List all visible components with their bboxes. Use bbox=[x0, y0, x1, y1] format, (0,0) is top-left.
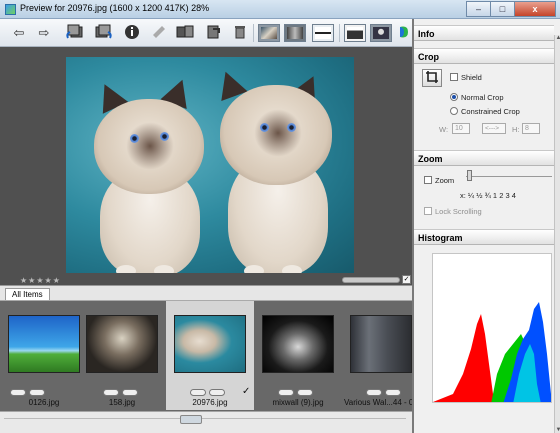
shield-label: Shield bbox=[461, 73, 482, 82]
thumbnail bbox=[174, 315, 246, 373]
zoom-slider-track bbox=[466, 176, 552, 177]
constrained-crop-label: Constrained Crop bbox=[461, 107, 520, 116]
width-label: W: bbox=[439, 125, 449, 134]
back-icon[interactable]: ⇦ bbox=[8, 23, 30, 43]
rating-control[interactable] bbox=[278, 389, 294, 396]
rating-control[interactable] bbox=[103, 389, 119, 396]
crop-tool-button[interactable] bbox=[422, 69, 442, 87]
tab-bar: All Items bbox=[0, 285, 412, 301]
file-name: 158.jpg bbox=[108, 398, 136, 407]
list-item-selected[interactable]: ✓ 20976.jpg bbox=[166, 301, 254, 410]
list-item[interactable]: mixwall (9).jpg bbox=[254, 301, 342, 410]
file-name: Various Wal...44 - 00 bbox=[344, 398, 412, 407]
zoom-slider[interactable] bbox=[467, 170, 472, 181]
width-field[interactable]: 10 bbox=[452, 123, 470, 134]
preview-scroll-thumb[interactable] bbox=[342, 277, 400, 283]
lock-scrolling-label: Lock Scrolling bbox=[435, 207, 482, 216]
normal-crop-radio[interactable] bbox=[450, 93, 458, 101]
forward-icon[interactable]: ⇨ bbox=[33, 23, 55, 43]
edit-icon[interactable] bbox=[148, 23, 170, 43]
compare-icon[interactable] bbox=[174, 23, 196, 43]
section-zoom[interactable]: Zoom bbox=[414, 150, 554, 166]
zoom-levels[interactable]: x: ¼ ½ ¾ 1 2 3 4 bbox=[460, 191, 516, 200]
scroll-down-icon[interactable]: ▼ bbox=[555, 427, 560, 433]
file-name: mixwall (9).jpg bbox=[272, 398, 324, 407]
thumbnail bbox=[350, 315, 412, 373]
section-histogram[interactable]: Histogram bbox=[414, 229, 554, 245]
thumbnail bbox=[86, 315, 158, 373]
normal-crop-label: Normal Crop bbox=[461, 93, 504, 102]
title-bar: Preview for 20976.jpg (1600 x 1200 417K)… bbox=[0, 0, 560, 19]
zoom-label: Zoom bbox=[435, 176, 455, 185]
constrained-crop-radio[interactable] bbox=[450, 107, 458, 115]
tag-control[interactable] bbox=[209, 389, 225, 396]
rating-stars[interactable]: ★★★★★ bbox=[20, 276, 61, 285]
side-panel: Info Crop Shield Normal Crop Constrained… bbox=[412, 19, 560, 433]
trash-icon[interactable] bbox=[229, 23, 251, 43]
section-info[interactable]: Info bbox=[414, 25, 554, 41]
window-title: Preview for 20976.jpg (1600 x 1200 417K)… bbox=[20, 3, 210, 13]
rotate-left-icon[interactable] bbox=[64, 23, 86, 43]
rating-control[interactable] bbox=[190, 389, 206, 396]
rotate-right-icon[interactable] bbox=[92, 23, 114, 43]
histogram-red bbox=[433, 314, 497, 402]
file-name: 0126.jpg bbox=[28, 398, 60, 407]
view-person-icon[interactable] bbox=[370, 24, 392, 42]
close-button[interactable]: x bbox=[514, 1, 556, 17]
list-item[interactable]: 0126.jpg bbox=[0, 301, 88, 410]
shield-checkbox[interactable] bbox=[450, 73, 458, 81]
height-field[interactable]: 8 bbox=[522, 123, 540, 134]
tab-all-items[interactable]: All Items bbox=[5, 288, 50, 300]
checked-icon[interactable]: ✓ bbox=[242, 386, 250, 397]
panel-scrollbar[interactable]: ▲ ▼ bbox=[554, 35, 560, 433]
list-item[interactable]: Various Wal...44 - 00 bbox=[342, 301, 412, 410]
thumbnail bbox=[262, 315, 334, 373]
filmstrip: 0126.jpg 158.jpg ✓ 20976.jpg mixwall (9)… bbox=[0, 301, 412, 411]
save-icon[interactable] bbox=[203, 23, 225, 43]
color-icon[interactable] bbox=[398, 23, 410, 43]
list-item[interactable]: 158.jpg bbox=[78, 301, 166, 410]
swap-button[interactable]: <---> bbox=[482, 123, 506, 134]
histogram bbox=[432, 253, 552, 403]
filmstrip-scrollbar[interactable] bbox=[0, 411, 412, 433]
window-controls: – □ x bbox=[466, 1, 556, 17]
tag-control[interactable] bbox=[385, 389, 401, 396]
minimize-button[interactable]: – bbox=[466, 1, 491, 17]
height-label: H: bbox=[512, 125, 520, 134]
scrollbar-thumb[interactable] bbox=[180, 415, 202, 424]
tag-control[interactable] bbox=[297, 389, 313, 396]
rating-control[interactable] bbox=[366, 389, 382, 396]
toolbar: ⇦ ⇨ bbox=[0, 19, 412, 47]
view-single-icon[interactable] bbox=[258, 24, 280, 42]
toolbar-separator bbox=[253, 24, 254, 42]
preview-checkbox[interactable]: ✓ bbox=[402, 275, 411, 284]
maximize-button[interactable]: □ bbox=[490, 1, 515, 17]
scroll-up-icon[interactable]: ▲ bbox=[555, 35, 560, 41]
preview-image bbox=[66, 57, 354, 273]
view-fullscreen-icon[interactable] bbox=[344, 24, 366, 42]
toolbar-separator bbox=[339, 24, 340, 42]
rating-control[interactable] bbox=[10, 389, 26, 396]
preview-area[interactable]: ★★★★★ ✓ bbox=[0, 47, 412, 285]
zoom-checkbox[interactable] bbox=[424, 176, 432, 184]
section-crop[interactable]: Crop bbox=[414, 48, 554, 64]
app-icon bbox=[5, 4, 16, 15]
view-film-icon[interactable] bbox=[312, 24, 334, 42]
lock-scrolling-checkbox[interactable] bbox=[424, 207, 432, 215]
thumbnail bbox=[8, 315, 80, 373]
file-name: 20976.jpg bbox=[192, 398, 228, 407]
info-icon[interactable] bbox=[121, 23, 143, 43]
view-split-icon[interactable] bbox=[284, 24, 306, 42]
tag-control[interactable] bbox=[29, 389, 45, 396]
tag-control[interactable] bbox=[122, 389, 138, 396]
